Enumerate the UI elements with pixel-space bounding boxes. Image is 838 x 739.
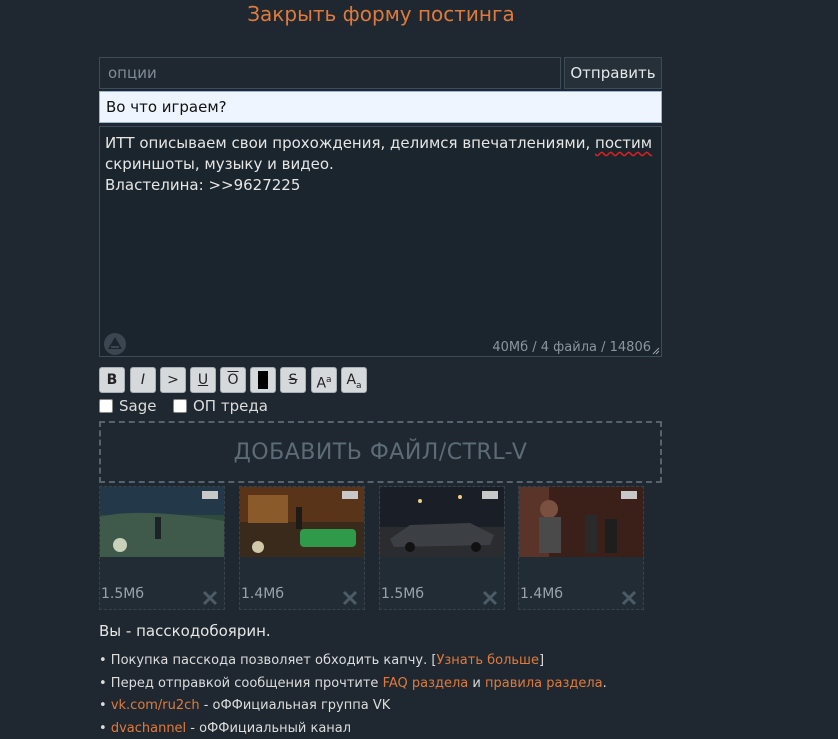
sage-checkbox-row[interactable]: Sage [99,397,156,415]
subject-input[interactable] [99,91,662,123]
file-preview-image[interactable] [240,487,364,557]
misspelled-word: постим [595,134,653,152]
op-checkbox-row[interactable]: ОП треда [173,397,268,415]
file-size: 1.5Мб [101,586,144,602]
quote-button[interactable]: > [160,367,186,393]
file-thumb: 1.4Мб [518,486,644,610]
file-preview-image[interactable] [380,487,504,557]
superscript-button[interactable]: Aa [311,367,337,393]
file-preview-image[interactable] [100,487,224,557]
remove-file-icon[interactable] [342,590,358,606]
resize-handle-icon[interactable] [652,347,660,355]
channel-info-line: • dvachannel - оФФициальный канал [99,721,352,736]
spoiler-icon [258,371,268,389]
submit-button[interactable]: Отправить [564,57,662,89]
passcode-title: Вы - пасскодобоярин. [99,622,271,640]
file-size: 1.4Мб [520,586,563,602]
file-thumb: 1.5Мб [99,486,225,610]
faq-link[interactable]: FAQ раздела [383,676,469,691]
sage-checkbox[interactable] [99,399,113,413]
add-file-dropzone[interactable]: ДОБАВИТЬ ФАЙЛ/CTRL-V [99,421,662,483]
rules-info-line: • Перед отправкой сообщения прочтите FAQ… [99,676,607,691]
strike-button[interactable]: S [280,367,306,393]
file-size: 1.5Мб [381,586,424,602]
remove-file-icon[interactable] [621,590,637,606]
subscript-button[interactable]: Aa [341,367,367,393]
upload-limits-counter: 40Мб / 4 файла / 14806 [492,340,651,355]
file-size: 1.4Мб [241,586,284,602]
options-input[interactable] [99,57,561,89]
file-thumb: 1.4Мб [239,486,365,610]
spoiler-button[interactable] [250,367,276,393]
bold-button[interactable]: B [99,367,125,393]
file-preview-image[interactable] [519,487,643,557]
comment-text: ИТТ описываем свои прохождения, делимся … [105,134,653,194]
rules-link[interactable]: правила раздела [485,676,603,691]
learn-more-link[interactable]: Узнать больше [436,653,539,668]
sage-label: Sage [119,397,157,415]
vk-info-line: • vk.com/ru2ch - оФФициальная группа VK [99,698,391,713]
channel-link[interactable]: dvachannel [111,721,186,736]
remove-file-icon[interactable] [202,590,218,606]
op-label: ОП треда [193,397,268,415]
op-checkbox[interactable] [173,399,187,413]
close-posting-form-link[interactable]: Закрыть форму постинга [0,2,762,26]
remove-file-icon[interactable] [482,590,498,606]
file-thumb: 1.5Мб [379,486,505,610]
passcode-info-line: • Покупка пасскода позволяет обходить ка… [99,653,545,668]
overline-button[interactable]: O [220,367,246,393]
italic-button[interactable]: I [130,367,156,393]
underline-button[interactable]: U [190,367,216,393]
logo-icon [104,333,126,355]
comment-textarea[interactable]: ИТТ описываем свои прохождения, делимся … [99,126,662,357]
vk-link[interactable]: vk.com/ru2ch [111,698,200,713]
